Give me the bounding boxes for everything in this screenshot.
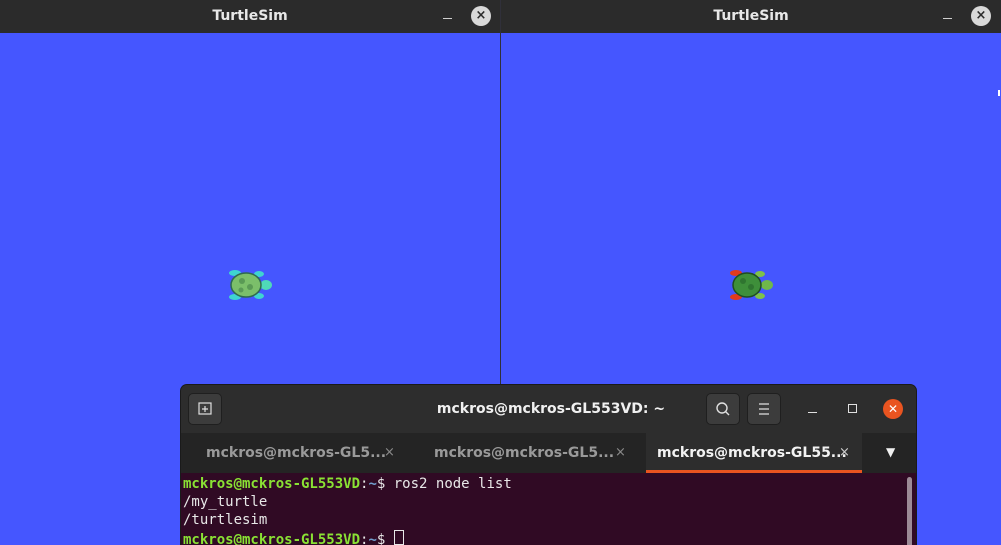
titlebar[interactable]: TurtleSim × xyxy=(0,0,500,33)
search-icon xyxy=(716,402,730,416)
tab-close-icon[interactable]: × xyxy=(839,445,850,460)
tab-close-icon[interactable]: × xyxy=(615,445,626,460)
output-line: /turtlesim xyxy=(183,512,268,528)
terminal-tab[interactable]: mckros@mckros-GL5... × xyxy=(409,433,646,473)
turtle-sprite xyxy=(229,270,272,300)
titlebar[interactable]: TurtleSim × xyxy=(501,0,1001,33)
window-title: TurtleSim xyxy=(713,8,789,24)
window-title: TurtleSim xyxy=(212,8,288,24)
close-button[interactable]: × xyxy=(471,6,491,26)
prompt-dollar: $ xyxy=(376,476,394,492)
turtle-shell-pattern xyxy=(239,278,245,284)
new-tab-button[interactable] xyxy=(188,393,222,425)
hamburger-menu-icon xyxy=(759,403,769,415)
new-tab-icon xyxy=(198,402,212,415)
turtle-head xyxy=(260,280,272,290)
prompt-user: mckros@mckros-GL553VD xyxy=(183,532,361,545)
current-prompt-line: mckros@mckros-GL553VD:~$ xyxy=(183,530,404,545)
search-button[interactable] xyxy=(706,393,740,425)
minimize-button[interactable] xyxy=(438,6,458,26)
terminal-tab-bar: mckros@mckros-GL5... × mckros@mckros-GL5… xyxy=(181,433,916,473)
maximize-button[interactable] xyxy=(843,399,863,419)
turtle-shell-pattern xyxy=(238,287,244,293)
minimize-button[interactable] xyxy=(938,6,958,26)
tab-dropdown-icon[interactable]: ▼ xyxy=(886,445,895,459)
turtle-head xyxy=(761,280,773,290)
command-text: ros2 node list xyxy=(393,476,512,492)
turtle-shell xyxy=(230,272,262,298)
terminal-tab-active[interactable]: mckros@mckros-GL55... × xyxy=(646,433,862,473)
turtle-shell-pattern xyxy=(748,284,754,290)
turtle-shell xyxy=(732,272,762,298)
prompt-user: mckros@mckros-GL553VD xyxy=(183,476,361,492)
command-line: mckros@mckros-GL553VD:~$ ros2 node list xyxy=(183,476,512,492)
window-edge-marker xyxy=(998,90,1000,96)
output-line: /my_turtle xyxy=(183,494,268,510)
menu-button[interactable] xyxy=(747,393,781,425)
minimize-button[interactable] xyxy=(803,399,823,419)
terminal-window: mckros@mckros-GL553VD: ~ ✕ mckros@mckros… xyxy=(181,385,916,545)
close-button[interactable]: ✕ xyxy=(883,399,903,419)
prompt-path: ~ xyxy=(368,532,377,545)
turtle-shell-pattern xyxy=(247,284,253,290)
terminal-tab[interactable]: mckros@mckros-GL5... × xyxy=(181,433,409,473)
turtle-sprite xyxy=(730,270,773,300)
terminal-output[interactable]: mckros@mckros-GL553VD:~$ ros2 node list … xyxy=(181,473,916,545)
text-cursor xyxy=(393,530,404,545)
terminal-title: mckros@mckros-GL553VD: ~ xyxy=(436,401,666,417)
tab-label: mckros@mckros-GL5... xyxy=(434,445,615,461)
terminal-headerbar[interactable]: mckros@mckros-GL553VD: ~ ✕ xyxy=(181,385,916,433)
tab-label: mckros@mckros-GL5... xyxy=(206,445,387,461)
close-button[interactable]: × xyxy=(971,6,991,26)
tab-close-icon[interactable]: × xyxy=(384,445,395,460)
turtle-shell-pattern xyxy=(740,278,746,284)
tab-label: mckros@mckros-GL55... xyxy=(657,445,847,461)
prompt-path: ~ xyxy=(368,476,377,492)
prompt-dollar: $ xyxy=(376,532,394,545)
